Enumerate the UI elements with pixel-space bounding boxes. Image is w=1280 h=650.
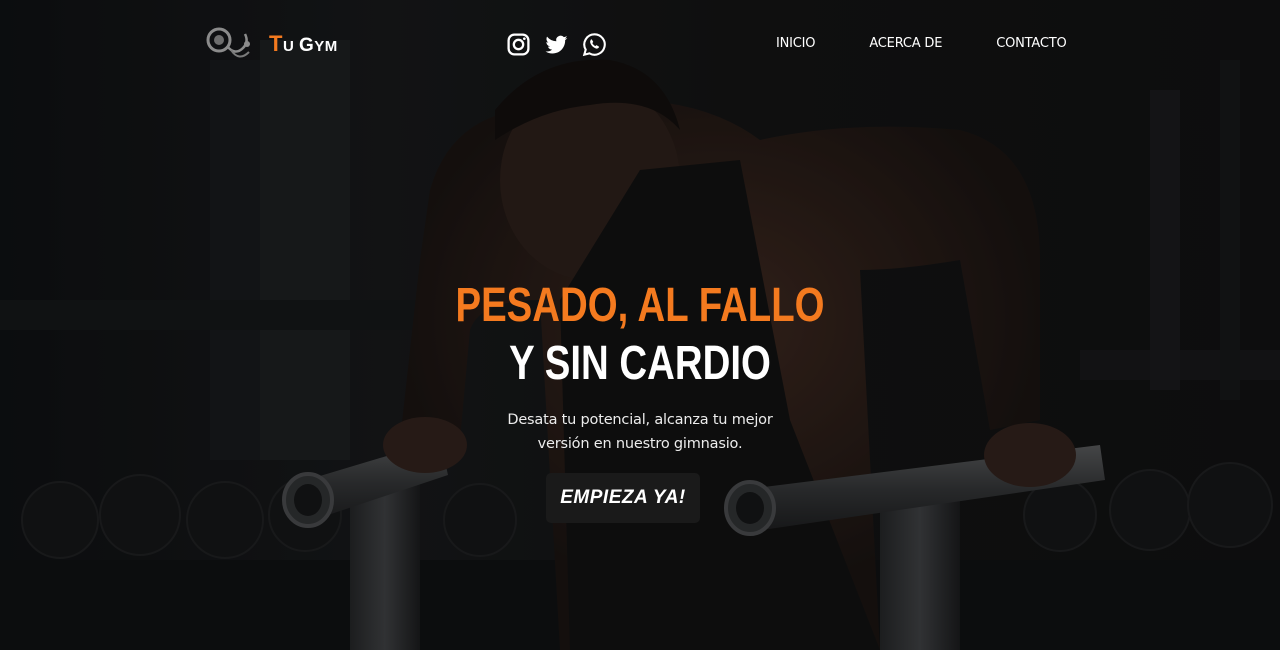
whatsapp-icon[interactable] [582,32,607,57]
main-menu: INICIO ACERCA DE CONTACTO [776,36,1067,51]
top-navbar: TU GYM INICIO ACERCA DE CONTACTO [0,0,1280,90]
subtitle-line-1: Desata tu potencial, alcanza tu mejor [507,412,773,428]
nav-link-contacto[interactable]: CONTACTO [996,36,1066,51]
subtitle-line-2: versión en nuestro gimnasio. [537,436,743,452]
hero-subtitle: Desata tu potencial, alcanza tu mejor ve… [440,408,840,456]
hero-headline: PESADO, AL FALLO Y SIN CARDIO [128,277,1152,393]
hero-section: TU GYM INICIO ACERCA DE CONTACTO PESADO,… [0,0,1280,650]
social-links [506,32,607,57]
twitter-icon[interactable] [544,32,569,57]
nav-link-acerca-de[interactable]: ACERCA DE [869,36,942,51]
brand[interactable]: TU GYM [205,22,338,66]
start-now-button[interactable]: EMPIEZA YA! [546,473,700,523]
headline-line-accent: PESADO, AL FALLO [455,279,825,332]
nav-link-inicio[interactable]: INICIO [776,36,816,51]
brand-name: TU GYM [269,31,338,56]
headline-line-main: Y SIN CARDIO [509,337,771,390]
instagram-icon[interactable] [506,32,531,57]
gym-logo-icon [206,27,250,58]
